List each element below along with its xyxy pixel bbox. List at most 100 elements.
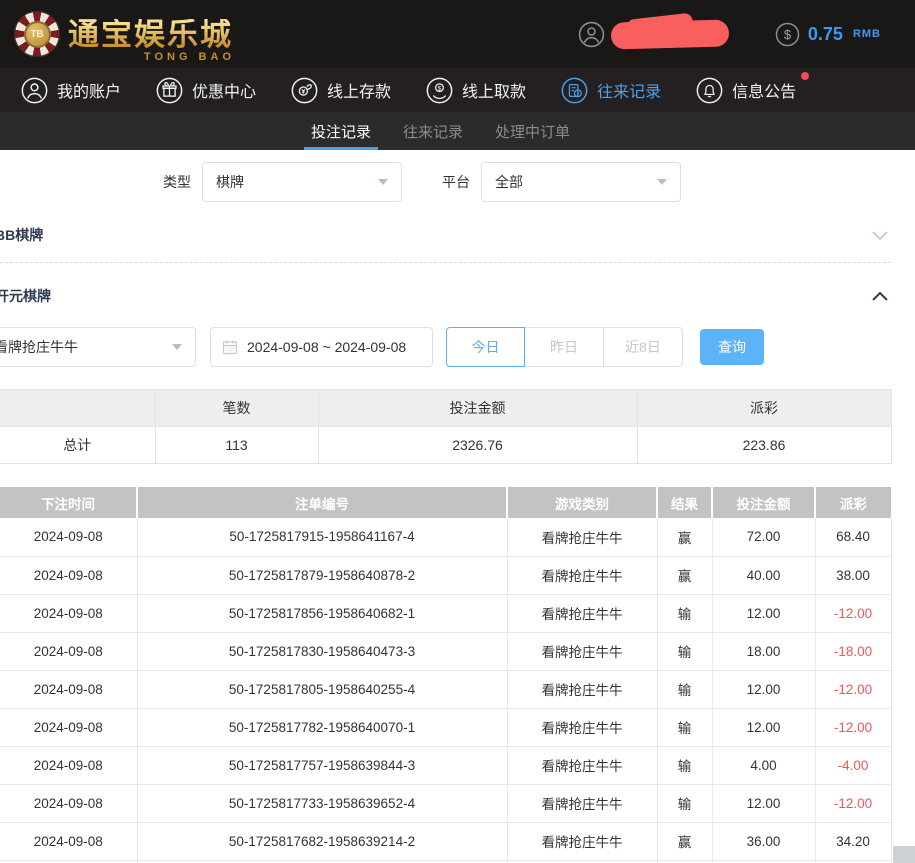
cell-payout: -12.00 <box>815 670 891 708</box>
date-range-value: 2024-09-08 ~ 2024-09-08 <box>247 339 406 355</box>
brand-name-cn: 通宝娱乐城 <box>68 19 233 50</box>
brand-name-en: TONG BAO <box>144 52 235 63</box>
date-shortcut-group: 今日 昨日 近8日 <box>446 327 683 367</box>
date-range-input[interactable]: 2024-09-08 ~ 2024-09-08 <box>210 327 433 367</box>
balance-amount: 0.75 <box>808 24 843 45</box>
button-label: 今日 <box>472 337 500 357</box>
cell-order-id: 50-1725817782-1958640070-1 <box>137 708 507 746</box>
bet-records-table: 下注时间 注单编号 游戏类别 结果 投注金额 派彩 2024-09-0850-1… <box>0 487 892 863</box>
chevron-down-icon <box>378 179 388 185</box>
cell-game-type: 看牌抢庄牛牛 <box>507 746 657 784</box>
cell-bet-amount: 18.00 <box>712 632 815 670</box>
nav-item-withdraw[interactable]: $ 线上取款 <box>426 77 526 104</box>
nav-label: 优惠中心 <box>192 78 256 102</box>
chevron-down-icon <box>172 344 182 350</box>
cell-bet-time: 2024-09-08 <box>0 784 137 822</box>
summary-table: 笔数 投注金额 派彩 总计 113 2326.76 223.86 <box>0 389 892 464</box>
nav-item-promotions[interactable]: 优惠中心 <box>156 77 256 104</box>
table-row: 2024-09-0850-1725817856-1958640682-1看牌抢庄… <box>0 594 891 632</box>
tab-label: 往来记录 <box>403 121 463 142</box>
summary-total-row: 总计 113 2326.76 223.86 <box>0 427 891 464</box>
platform-select-value: 全部 <box>495 172 523 192</box>
table-row: 2024-09-0850-1725817757-1958639844-3看牌抢庄… <box>0 746 891 784</box>
cell-bet-amount: 12.00 <box>712 670 815 708</box>
section-title: BB棋牌 <box>0 225 43 245</box>
section-bb-qipai[interactable]: BB棋牌 <box>0 224 915 246</box>
cell-order-id: 50-1725817733-1958639652-4 <box>137 784 507 822</box>
cell-result: 赢 <box>657 518 712 556</box>
last-8-days-button[interactable]: 近8日 <box>604 327 683 367</box>
notification-badge <box>801 72 809 80</box>
gift-icon <box>156 77 183 104</box>
calendar-icon <box>222 339 238 355</box>
cell-order-id: 50-1725817682-1958639214-2 <box>137 822 507 860</box>
top-header: TB 通宝娱乐城 TONG BAO $ 0.75 <box>0 0 915 68</box>
today-button[interactable]: 今日 <box>446 327 525 367</box>
user-account-area[interactable] <box>578 21 729 48</box>
cell-order-id: 50-1725817805-1958640255-4 <box>137 670 507 708</box>
nav-label: 往来记录 <box>597 78 661 102</box>
wallet-balance-area[interactable]: $ 0.75 RMB <box>775 22 881 47</box>
nav-item-records[interactable]: 往来记录 <box>561 77 661 104</box>
table-row: 2024-09-0850-1725817805-1958640255-4看牌抢庄… <box>0 670 891 708</box>
main-navigation: 我的账户 优惠中心 线上存款 $ <box>0 68 915 112</box>
balance-currency: RMB <box>853 28 881 40</box>
cell-payout: -12.00 <box>815 784 891 822</box>
type-select[interactable]: 棋牌 <box>202 162 402 202</box>
cell-bet-amount: 4.00 <box>712 746 815 784</box>
bet-table-body: 2024-09-0850-1725817915-1958641167-4看牌抢庄… <box>0 518 891 863</box>
yesterday-button[interactable]: 昨日 <box>525 327 604 367</box>
cell-result: 输 <box>657 594 712 632</box>
platform-select[interactable]: 全部 <box>481 162 681 202</box>
cell-bet-amount: 12.00 <box>712 708 815 746</box>
summary-header-count: 笔数 <box>155 390 318 427</box>
cell-payout: -12.00 <box>815 708 891 746</box>
table-row: 2024-09-0850-1725817879-1958640878-2看牌抢庄… <box>0 556 891 594</box>
user-avatar-icon <box>578 21 605 48</box>
summary-total-label: 总计 <box>0 427 155 464</box>
cell-order-id: 50-1725817856-1958640682-1 <box>137 594 507 632</box>
brand-title: 通宝娱乐城 TONG BAO <box>68 19 233 50</box>
nav-item-my-account[interactable]: 我的账户 <box>21 77 121 104</box>
tab-transaction-records[interactable]: 往来记录 <box>403 112 463 150</box>
topbar-right: $ 0.75 RMB <box>578 21 881 48</box>
button-label: 昨日 <box>550 337 578 357</box>
cell-bet-amount: 36.00 <box>712 822 815 860</box>
cell-payout: -18.00 <box>815 632 891 670</box>
chevron-down-icon <box>871 229 889 241</box>
header-payout: 派彩 <box>815 487 891 518</box>
cell-order-id: 50-1725817757-1958639844-3 <box>137 746 507 784</box>
chip-monogram: TB <box>24 21 51 48</box>
dollar-coin-icon: $ <box>775 22 800 47</box>
summary-total-bet-amount: 2326.76 <box>318 427 637 464</box>
table-row: 2024-09-0850-1725817915-1958641167-4看牌抢庄… <box>0 518 891 556</box>
cell-bet-time: 2024-09-08 <box>0 822 137 860</box>
game-select[interactable]: 看牌抢庄牛牛 <box>0 327 196 367</box>
brand-logo[interactable]: TB 通宝娱乐城 TONG BAO <box>14 11 233 57</box>
cell-payout: 68.40 <box>815 518 891 556</box>
nav-item-announcements[interactable]: 信息公告 <box>696 77 796 104</box>
chevron-down-icon <box>657 179 667 185</box>
cell-bet-time: 2024-09-08 <box>0 746 137 784</box>
tab-label: 投注记录 <box>311 121 371 142</box>
cell-bet-time: 2024-09-08 <box>0 518 137 556</box>
svg-text:$: $ <box>784 27 792 42</box>
section-kaiyuan-qipai[interactable]: 开元棋牌 <box>0 284 915 308</box>
cell-bet-amount: 40.00 <box>712 556 815 594</box>
game-select-value: 看牌抢庄牛牛 <box>0 337 78 357</box>
user-icon <box>21 77 48 104</box>
nav-item-deposit[interactable]: 线上存款 <box>291 77 391 104</box>
cell-game-type: 看牌抢庄牛牛 <box>507 708 657 746</box>
tab-bet-records[interactable]: 投注记录 <box>311 112 371 150</box>
scrollbar-thumb[interactable] <box>893 846 915 863</box>
cell-bet-amount: 72.00 <box>712 518 815 556</box>
cell-game-type: 看牌抢庄牛牛 <box>507 670 657 708</box>
tab-processing-orders[interactable]: 处理中订单 <box>495 112 570 150</box>
search-button[interactable]: 查询 <box>700 329 764 365</box>
summary-total-payout: 223.86 <box>637 427 891 464</box>
cell-game-type: 看牌抢庄牛牛 <box>507 556 657 594</box>
section-title: 开元棋牌 <box>0 286 51 306</box>
cell-result: 输 <box>657 784 712 822</box>
cell-order-id: 50-1725817915-1958641167-4 <box>137 518 507 556</box>
table-row: 2024-09-0850-1725817733-1958639652-4看牌抢庄… <box>0 784 891 822</box>
